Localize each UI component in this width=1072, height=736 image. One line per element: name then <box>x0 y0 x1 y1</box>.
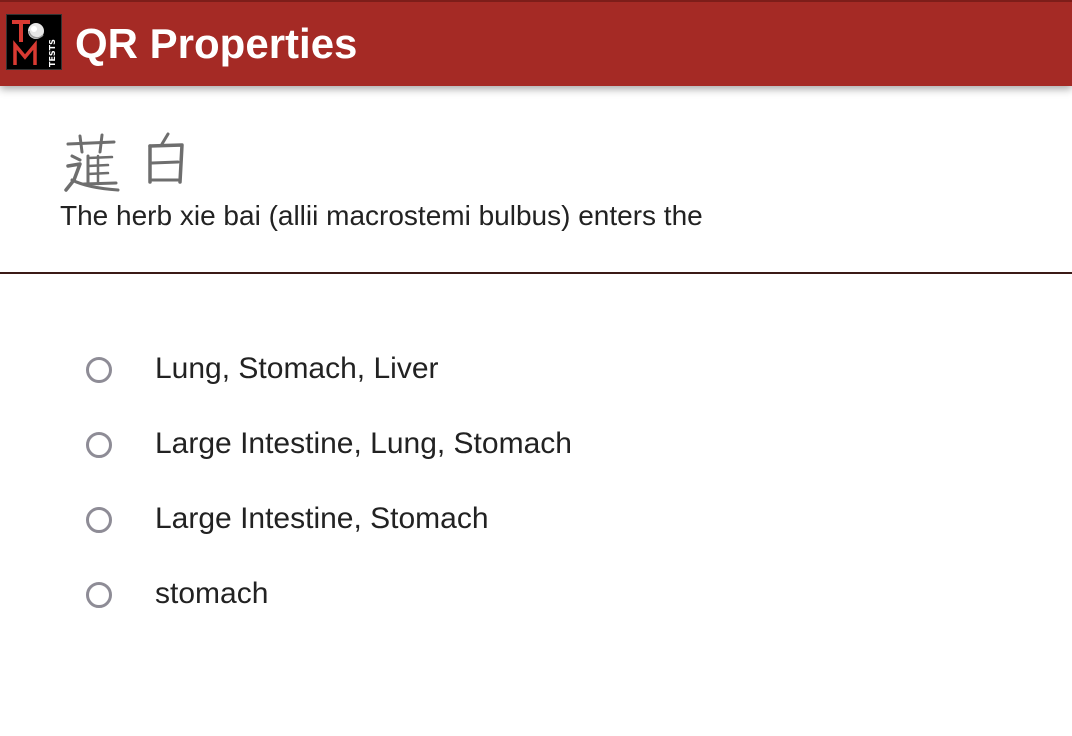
quiz-page: TESTS QR Properties The herb xie bai (al… <box>0 0 1072 736</box>
question-text: The herb xie bai (allii macrostemi bulbu… <box>60 200 703 231</box>
answer-option-label[interactable]: Large Intestine, Lung, Stomach <box>155 424 572 464</box>
answer-options-list: Lung, Stomach, Liver Large Intestine, Lu… <box>0 333 1072 633</box>
app-header: TESTS QR Properties <box>0 0 1072 86</box>
radio-button[interactable] <box>86 507 112 533</box>
tcm-tests-logo-icon[interactable]: TESTS <box>6 14 62 70</box>
section-divider <box>0 272 1072 274</box>
page-title: QR Properties <box>75 20 358 67</box>
radio-button[interactable] <box>86 582 112 608</box>
answer-option[interactable]: Large Intestine, Stomach <box>0 483 700 558</box>
svg-text:TESTS: TESTS <box>48 39 57 67</box>
herb-name-chinese-image <box>58 130 198 196</box>
answer-option[interactable]: Large Intestine, Lung, Stomach <box>0 408 700 483</box>
answer-option-label[interactable]: Large Intestine, Stomach <box>155 499 489 539</box>
answer-option[interactable]: Lung, Stomach, Liver <box>0 333 700 408</box>
answer-option-label[interactable]: Lung, Stomach, Liver <box>155 349 439 389</box>
radio-button[interactable] <box>86 357 112 383</box>
answer-option[interactable]: stomach <box>0 558 700 633</box>
answer-option-label[interactable]: stomach <box>155 574 268 614</box>
radio-button[interactable] <box>86 432 112 458</box>
